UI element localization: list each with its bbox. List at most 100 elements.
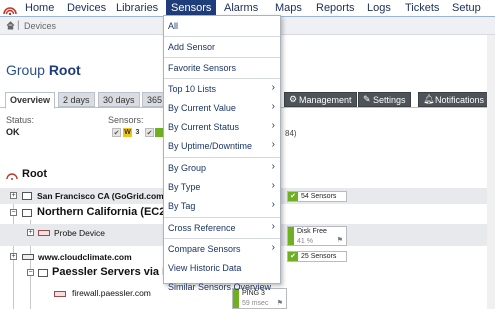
- menu-item-label: Favorite Sensors: [168, 63, 237, 73]
- breadcrumb-devices[interactable]: Devices: [24, 21, 56, 31]
- sensor-tile-disk-free[interactable]: Disk Free 41 % ⚑: [287, 226, 347, 246]
- tab-365-days[interactable]: 365: [142, 92, 164, 107]
- status-ok-bar: [288, 227, 294, 245]
- warning-count: 3: [135, 129, 140, 136]
- chevron-right-icon: ›: [271, 221, 275, 232]
- menu-item-by-current-value[interactable]: By Current Value ›: [164, 98, 280, 117]
- home-icon[interactable]: [6, 21, 15, 30]
- tab-2-days[interactable]: 2 days: [58, 92, 95, 107]
- group-icon: [22, 209, 32, 217]
- chevron-right-icon: ›: [271, 161, 275, 172]
- menu-item-compare-sensors[interactable]: Compare Sensors ›: [164, 239, 280, 258]
- page-title: Group Root: [6, 62, 81, 78]
- check-icon[interactable]: ✔: [112, 128, 121, 137]
- sensor-count-tile[interactable]: ✔ 54 Sensors: [287, 191, 347, 202]
- group-icon: [22, 192, 32, 200]
- menu-item-by-tag[interactable]: By Tag ›: [164, 196, 280, 215]
- menu-item-label: Cross Reference: [168, 223, 236, 233]
- tree-device-label[interactable]: www.cloudclimate.com: [38, 252, 132, 262]
- menu-item-add-sensor[interactable]: Add Sensor: [164, 37, 280, 56]
- nav-home[interactable]: Home: [25, 2, 54, 14]
- sensor-value: 59 msec: [242, 300, 269, 307]
- wrench-icon: ✎: [363, 94, 371, 104]
- menu-item-top-10-lists[interactable]: Top 10 Lists ›: [164, 79, 280, 98]
- tree-device-label[interactable]: Probe Device: [54, 228, 105, 238]
- menu-item-label: By Group: [168, 163, 207, 173]
- status-value: OK: [6, 127, 20, 137]
- group-icon: [38, 269, 48, 277]
- sensors-count-tail: 84): [285, 129, 297, 138]
- tree-root-label[interactable]: Root: [22, 168, 47, 180]
- prtg-logo-icon[interactable]: [3, 3, 17, 15]
- menu-item-by-type[interactable]: By Type ›: [164, 177, 280, 196]
- expand-icon[interactable]: +: [27, 229, 34, 236]
- nav-reports[interactable]: Reports: [316, 2, 355, 14]
- collapse-icon[interactable]: −: [27, 269, 34, 276]
- sensor-count-tile[interactable]: ✔ 25 Sensors: [287, 251, 347, 262]
- collapse-icon[interactable]: −: [10, 209, 17, 216]
- tab-settings-label: Settings: [373, 95, 406, 105]
- sensor-count-label: 25 Sensors: [301, 253, 337, 260]
- tab-30-days[interactable]: 30 days: [98, 92, 140, 107]
- menu-item-label: Add Sensor: [168, 42, 216, 52]
- menu-item-favorite-sensors[interactable]: Favorite Sensors: [164, 58, 280, 77]
- gear-icon: ⚙: [289, 94, 298, 104]
- nav-libraries[interactable]: Libraries: [116, 2, 158, 14]
- menu-item-label: By Type: [168, 182, 201, 192]
- tree-group-label[interactable]: San Francisco CA (GoGrid.com): [37, 191, 167, 201]
- check-icon: ✔: [288, 252, 298, 261]
- menu-item-by-current-status[interactable]: By Current Status ›: [164, 117, 280, 136]
- chevron-right-icon: ›: [271, 180, 275, 191]
- menu-item-label: By Current Status: [168, 122, 240, 132]
- tab-management[interactable]: ⚙ Management: [284, 92, 357, 107]
- menu-item-cross-reference[interactable]: Cross Reference ›: [164, 218, 280, 237]
- chevron-right-icon: ›: [271, 139, 275, 150]
- expand-icon[interactable]: +: [10, 192, 17, 199]
- status-label: Status:: [6, 115, 35, 125]
- menu-item-label: By Tag: [168, 201, 196, 211]
- chevron-right-icon: ›: [271, 101, 275, 112]
- chevron-right-icon: ›: [271, 120, 275, 131]
- page-title-prefix: Group: [6, 62, 45, 78]
- nav-logs[interactable]: Logs: [367, 2, 391, 14]
- group-icon: [6, 173, 18, 180]
- menu-item-similar-sensors-overview[interactable]: Similar Sensors Overview: [164, 277, 280, 292]
- menu-item-label: Similar Sensors Overview: [168, 282, 272, 292]
- nav-devices[interactable]: Devices: [67, 2, 106, 14]
- tab-settings[interactable]: ✎ Settings: [358, 92, 411, 107]
- nav-alarms[interactable]: Alarms: [224, 2, 258, 14]
- tree-group-label[interactable]: Northern California (EC2 M: [37, 206, 178, 218]
- expand-icon[interactable]: +: [10, 253, 17, 260]
- bell-icon: 🔔︎: [423, 94, 435, 104]
- menu-item-label: Compare Sensors: [168, 244, 241, 254]
- menu-item-view-historic-data[interactable]: View Historic Data: [164, 258, 280, 277]
- menu-item-label: Top 10 Lists: [168, 84, 217, 94]
- sensor-name: Disk Free: [297, 228, 327, 235]
- menu-item-label: By Current Value: [168, 103, 236, 113]
- nav-tickets[interactable]: Tickets: [405, 2, 439, 14]
- device-icon: [22, 254, 34, 260]
- device-icon: [38, 230, 50, 236]
- sensors-label: Sensors:: [108, 115, 144, 125]
- tree-device-label[interactable]: firewall.paessler.com: [72, 288, 151, 298]
- tab-notifications[interactable]: 🔔︎ Notifications: [418, 92, 490, 107]
- flag-icon: ⚑: [336, 237, 343, 244]
- scrollbar[interactable]: [487, 35, 495, 309]
- menu-item-all[interactable]: All: [164, 16, 280, 35]
- tab-overview[interactable]: Overview: [5, 92, 56, 109]
- tree-group-label[interactable]: Paessler Servers via Nor: [52, 266, 181, 278]
- breadcrumb-separator: |: [17, 20, 20, 31]
- sensor-count-label: 54 Sensors: [301, 193, 337, 200]
- sensors-dropdown-menu: All Add Sensor Favorite Sensors Top 10 L…: [163, 15, 281, 292]
- menu-item-label: View Historic Data: [168, 263, 242, 273]
- chevron-right-icon: ›: [271, 242, 275, 253]
- menu-item-by-group[interactable]: By Group ›: [164, 158, 280, 177]
- nav-maps[interactable]: Maps: [275, 2, 302, 14]
- tab-notifications-label: Notifications: [435, 95, 485, 105]
- ok-badge[interactable]: [155, 128, 163, 137]
- check-icon[interactable]: ✔: [145, 128, 154, 137]
- sensor-value: 41 %: [297, 238, 313, 245]
- warning-badge-icon[interactable]: W: [123, 128, 132, 137]
- nav-setup[interactable]: Setup: [452, 2, 481, 14]
- menu-item-by-uptime-downtime[interactable]: By Uptime/Downtime ›: [164, 136, 280, 155]
